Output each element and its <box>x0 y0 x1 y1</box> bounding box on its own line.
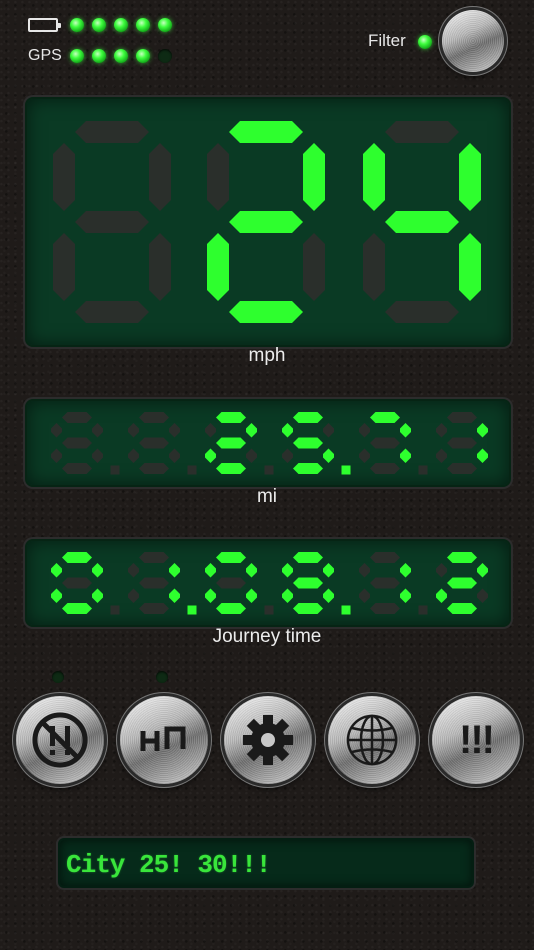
warnings-off-button[interactable] <box>16 696 104 784</box>
speed-digit-2 <box>207 121 325 323</box>
speed-unit-label: mph <box>248 345 286 366</box>
distance-separator-4 <box>341 465 351 475</box>
journey-time-digits <box>51 552 488 615</box>
distance-digit-3 <box>205 412 257 474</box>
alerts-icon: !!! <box>459 717 495 762</box>
journey-digit-3 <box>205 552 257 614</box>
gps-led-3 <box>114 49 128 63</box>
signal-led-row <box>70 18 172 32</box>
gps-label: GPS <box>28 47 62 64</box>
journey-digit-5 <box>359 552 411 614</box>
filter-button[interactable] <box>442 10 504 72</box>
globe-icon <box>346 714 398 766</box>
journey-time-label: Journey time <box>212 626 322 647</box>
gps-led-5 <box>158 49 172 63</box>
distance-separator-5 <box>418 465 428 475</box>
hud-icon <box>140 726 186 751</box>
journey-separator-4 <box>341 605 351 615</box>
speed-digit-3 <box>363 121 481 323</box>
signal-led-2 <box>92 18 106 32</box>
journey-digit-2 <box>128 552 180 614</box>
signal-led-3 <box>114 18 128 32</box>
signal-led-4 <box>136 18 150 32</box>
distance-digit-5 <box>359 412 411 474</box>
journey-time-display <box>25 539 511 627</box>
journey-separator-2 <box>187 605 197 615</box>
distance-display <box>25 399 511 487</box>
alerts-button[interactable]: !!! <box>432 696 520 784</box>
distance-digit-4 <box>282 412 334 474</box>
journey-digit-6 <box>436 552 488 614</box>
gps-led-row <box>70 49 172 63</box>
journey-digit-1 <box>51 552 103 614</box>
speed-digits <box>53 121 481 323</box>
filter-status-led <box>418 35 432 49</box>
distance-separator-1 <box>110 465 120 475</box>
speed-display <box>25 97 511 347</box>
distance-unit-label: mi <box>256 486 278 507</box>
journey-separator-1 <box>110 605 120 615</box>
no-warning-icon <box>32 712 88 768</box>
gear-icon <box>243 715 293 765</box>
message-text: City 25! 30!!! <box>66 850 271 880</box>
journey-separator-3 <box>264 605 274 615</box>
map-button[interactable] <box>328 696 416 784</box>
speed-digit-1 <box>53 121 171 323</box>
indicator-led-2 <box>156 671 168 683</box>
journey-separator-5 <box>418 605 428 615</box>
distance-separator-2 <box>187 465 197 475</box>
gps-led-4 <box>136 49 150 63</box>
distance-digits <box>51 412 488 475</box>
hud-mode-button[interactable] <box>120 696 208 784</box>
distance-digit-1 <box>51 412 103 474</box>
battery-icon <box>28 18 61 32</box>
signal-led-5 <box>158 18 172 32</box>
distance-digit-2 <box>128 412 180 474</box>
journey-digit-4 <box>282 552 334 614</box>
gps-led-2 <box>92 49 106 63</box>
settings-button[interactable] <box>224 696 312 784</box>
message-bar: City 25! 30!!! <box>58 838 474 888</box>
indicator-led-1 <box>52 671 64 683</box>
gps-led-1 <box>70 49 84 63</box>
distance-digit-6 <box>436 412 488 474</box>
filter-label: Filter <box>368 31 406 50</box>
distance-separator-3 <box>264 465 274 475</box>
signal-led-1 <box>70 18 84 32</box>
